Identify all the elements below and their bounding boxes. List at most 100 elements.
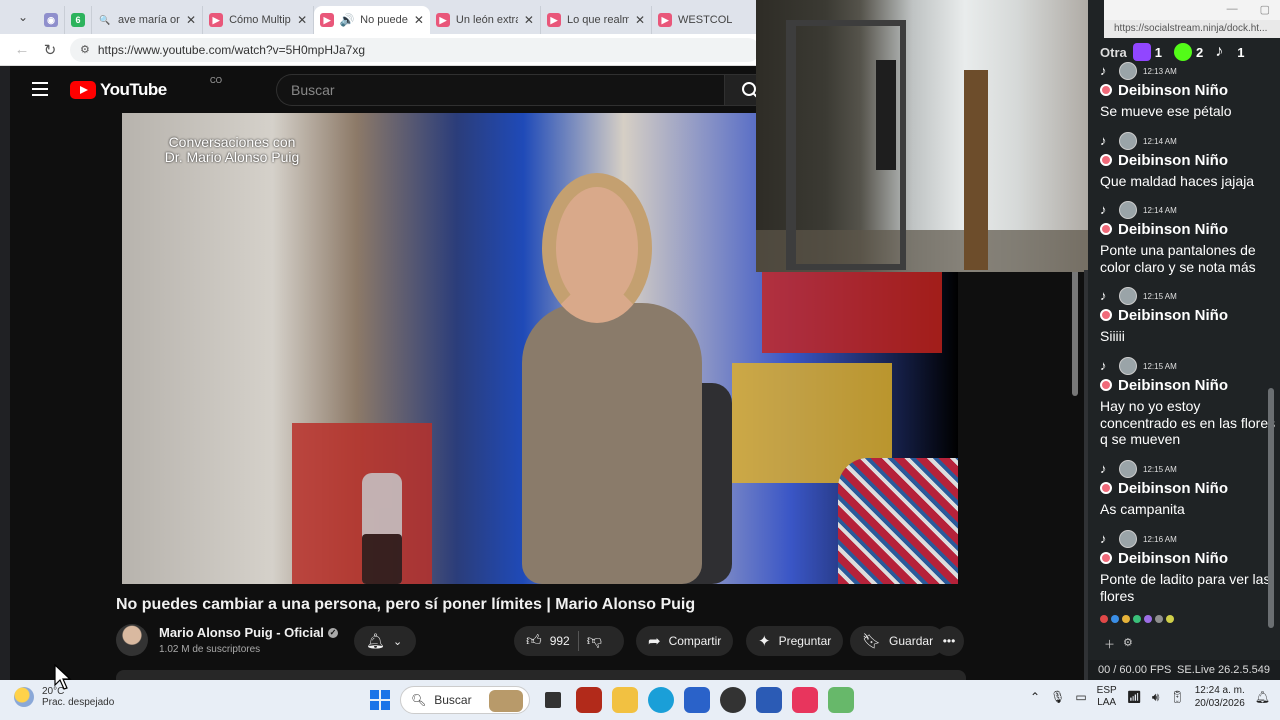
notification-icon[interactable]: 🔔︎ (1255, 690, 1270, 704)
app-shield-icon[interactable] (576, 687, 602, 713)
background-decor (762, 263, 942, 353)
message-text: As campanita (1100, 501, 1185, 517)
minimize-icon[interactable]: — (1227, 3, 1238, 16)
emote-strip (1100, 612, 1270, 626)
twitch-icon (1132, 43, 1151, 61)
url-field[interactable]: ⚙ https://www.youtube.com/watch?v=5H0mpH… (70, 37, 760, 62)
maximize-icon[interactable]: ▢ (1260, 3, 1270, 16)
user-badge-icon (1100, 84, 1112, 96)
tiktok-icon: ♪ (1100, 202, 1107, 217)
site-info-icon[interactable]: ⚙ (80, 43, 90, 56)
tab-3[interactable]: ▶ Cómo Multipli ✕ (203, 6, 315, 34)
emote-icon (1166, 615, 1174, 623)
youtube-icon: ▶ (546, 13, 561, 27)
search-highlight-image (489, 690, 523, 712)
emote-icon (1155, 615, 1163, 623)
word-icon[interactable] (756, 687, 782, 713)
avatar (1119, 460, 1137, 478)
menu-icon[interactable] (32, 82, 48, 96)
tab-0[interactable]: ◉ (38, 6, 65, 34)
gear-icon[interactable]: ⚙ (1123, 636, 1133, 652)
tab-4-active[interactable]: ▶ 🔊 No puede ✕ (314, 6, 430, 34)
share-button[interactable]: ➦ Compartir (636, 626, 734, 656)
tiktok-icon: ♪ (1100, 531, 1107, 546)
subscriber-count: 1.02 M de suscriptores (159, 644, 261, 655)
channel-avatar[interactable] (116, 624, 148, 656)
chat-app-icon[interactable] (828, 687, 854, 713)
edge-icon[interactable] (648, 687, 674, 713)
save-button[interactable]: 🔖︎ Guardar (850, 626, 946, 656)
search-input[interactable]: Buscar (276, 74, 724, 106)
fps-readout: 00 / 60.00 FPS (1098, 664, 1172, 676)
kick-count: 2 (1195, 44, 1204, 60)
clock-time: 12:24 a. m. (1194, 685, 1245, 696)
channel-name-wrap[interactable]: Mario Alonso Puig - Oficial ✓ (159, 625, 338, 640)
task-view-icon[interactable] (545, 692, 561, 708)
obs-icon[interactable] (720, 687, 746, 713)
volume-icon[interactable]: 🔊︎ (1152, 690, 1160, 705)
windows-start-icon[interactable] (370, 690, 390, 710)
speaker-icon[interactable]: 🔊 (340, 13, 355, 27)
tab-1[interactable]: 6 (65, 6, 92, 34)
tiktok-app-icon[interactable] (792, 687, 818, 713)
message-time: 12:16 AM (1143, 534, 1177, 544)
chevron-up-icon[interactable]: ⌃ (1030, 690, 1040, 704)
close-icon[interactable]: ✕ (635, 13, 645, 27)
microphone-icon[interactable]: 🎙︎ (1050, 690, 1065, 704)
message-text: Que maldad haces jajaja (1100, 173, 1255, 189)
add-icon[interactable]: ＋ (1104, 636, 1115, 652)
video-title: No puedes cambiar a una persona, pero sí… (116, 596, 696, 613)
language-indicator[interactable]: ESP LAA (1097, 685, 1117, 709)
bell-icon: 🔔︎ (366, 633, 386, 650)
chat-scrollbar[interactable] (1268, 388, 1274, 628)
description-box[interactable] (116, 670, 966, 680)
tab-search-button[interactable]: ⌄ (8, 5, 38, 29)
reload-icon[interactable]: ↻ (36, 41, 64, 59)
tab-7[interactable]: ▶ WESTCOL (652, 6, 738, 34)
close-icon[interactable]: ✕ (186, 13, 196, 27)
dock-url: https://socialstream.ninja/dock.ht... (1104, 20, 1280, 38)
like-dislike-group: 👍︎ 992 👎︎ (514, 626, 624, 656)
taskbar-apps: 🔍︎ Buscar (370, 686, 854, 714)
message-text: Se mueve ese pétalo (1100, 103, 1232, 119)
folder-icon[interactable] (612, 687, 638, 713)
ask-button[interactable]: ✦ Preguntar (746, 626, 844, 656)
temperature: 20°C (42, 686, 65, 697)
close-icon[interactable]: ✕ (414, 13, 424, 27)
message-time: 12:15 AM (1143, 464, 1177, 474)
more-actions-button[interactable]: ••• (934, 626, 964, 656)
like-count[interactable]: 992 (550, 634, 570, 648)
back-arrow-icon[interactable]: ← (8, 41, 36, 58)
subscribe-bell-button[interactable]: 🔔︎ ⌄ (354, 626, 416, 656)
channel-row: Mario Alonso Puig - Oficial ✓ 1.02 M de … (116, 624, 976, 668)
screen: ⌄ ◉ 6 🔍 ave maría orac ✕ ▶ Cómo Multipli ✕ ▶… (0, 0, 1280, 720)
message-user: Deibinson Niño (1118, 306, 1228, 324)
save-label: Guardar (889, 634, 934, 648)
like-icon[interactable]: 👍︎ (526, 632, 542, 650)
tiktok-icon: ♪ (1100, 461, 1107, 476)
taskbar-search[interactable]: 🔍︎ Buscar (400, 686, 530, 714)
taskbar-search-label: Buscar (434, 693, 472, 707)
wifi-icon[interactable]: 📶︎ (1127, 690, 1142, 704)
tab-6[interactable]: ▶ Lo que realme ✕ (541, 6, 653, 34)
dislike-icon[interactable]: 👎︎ (587, 632, 602, 650)
user-badge-icon (1100, 482, 1112, 494)
youtube-logo[interactable]: YouTube CO (70, 76, 222, 100)
message-user: Deibinson Niño (1118, 376, 1228, 394)
message-time: 12:14 AM (1143, 136, 1177, 146)
display-icon[interactable]: ▭ (1075, 690, 1086, 704)
url-text: https://www.youtube.com/watch?v=5H0mpHJa… (97, 42, 366, 57)
message-time: 12:13 AM (1143, 66, 1177, 76)
tab-5[interactable]: ▶ Un león extra ✕ (430, 6, 541, 34)
clock[interactable]: 12:24 a. m. 20/03/2026 (1195, 684, 1245, 710)
close-icon[interactable]: ✕ (297, 13, 307, 27)
battery-icon[interactable]: 🔋︎ (1169, 690, 1184, 704)
version-label: SE.Live 26.2.5.549 (1177, 664, 1270, 676)
close-icon[interactable]: ✕ (524, 13, 534, 27)
message-text: Ponte una pantalones de color claro y se… (1100, 242, 1256, 275)
message-user: Deibinson Niño (1118, 220, 1228, 238)
page-scrollbar[interactable] (1072, 266, 1078, 396)
store-icon[interactable] (684, 687, 710, 713)
tab-2[interactable]: 🔍 ave maría orac ✕ (92, 6, 204, 34)
twitch-count: 1 (1154, 44, 1162, 60)
